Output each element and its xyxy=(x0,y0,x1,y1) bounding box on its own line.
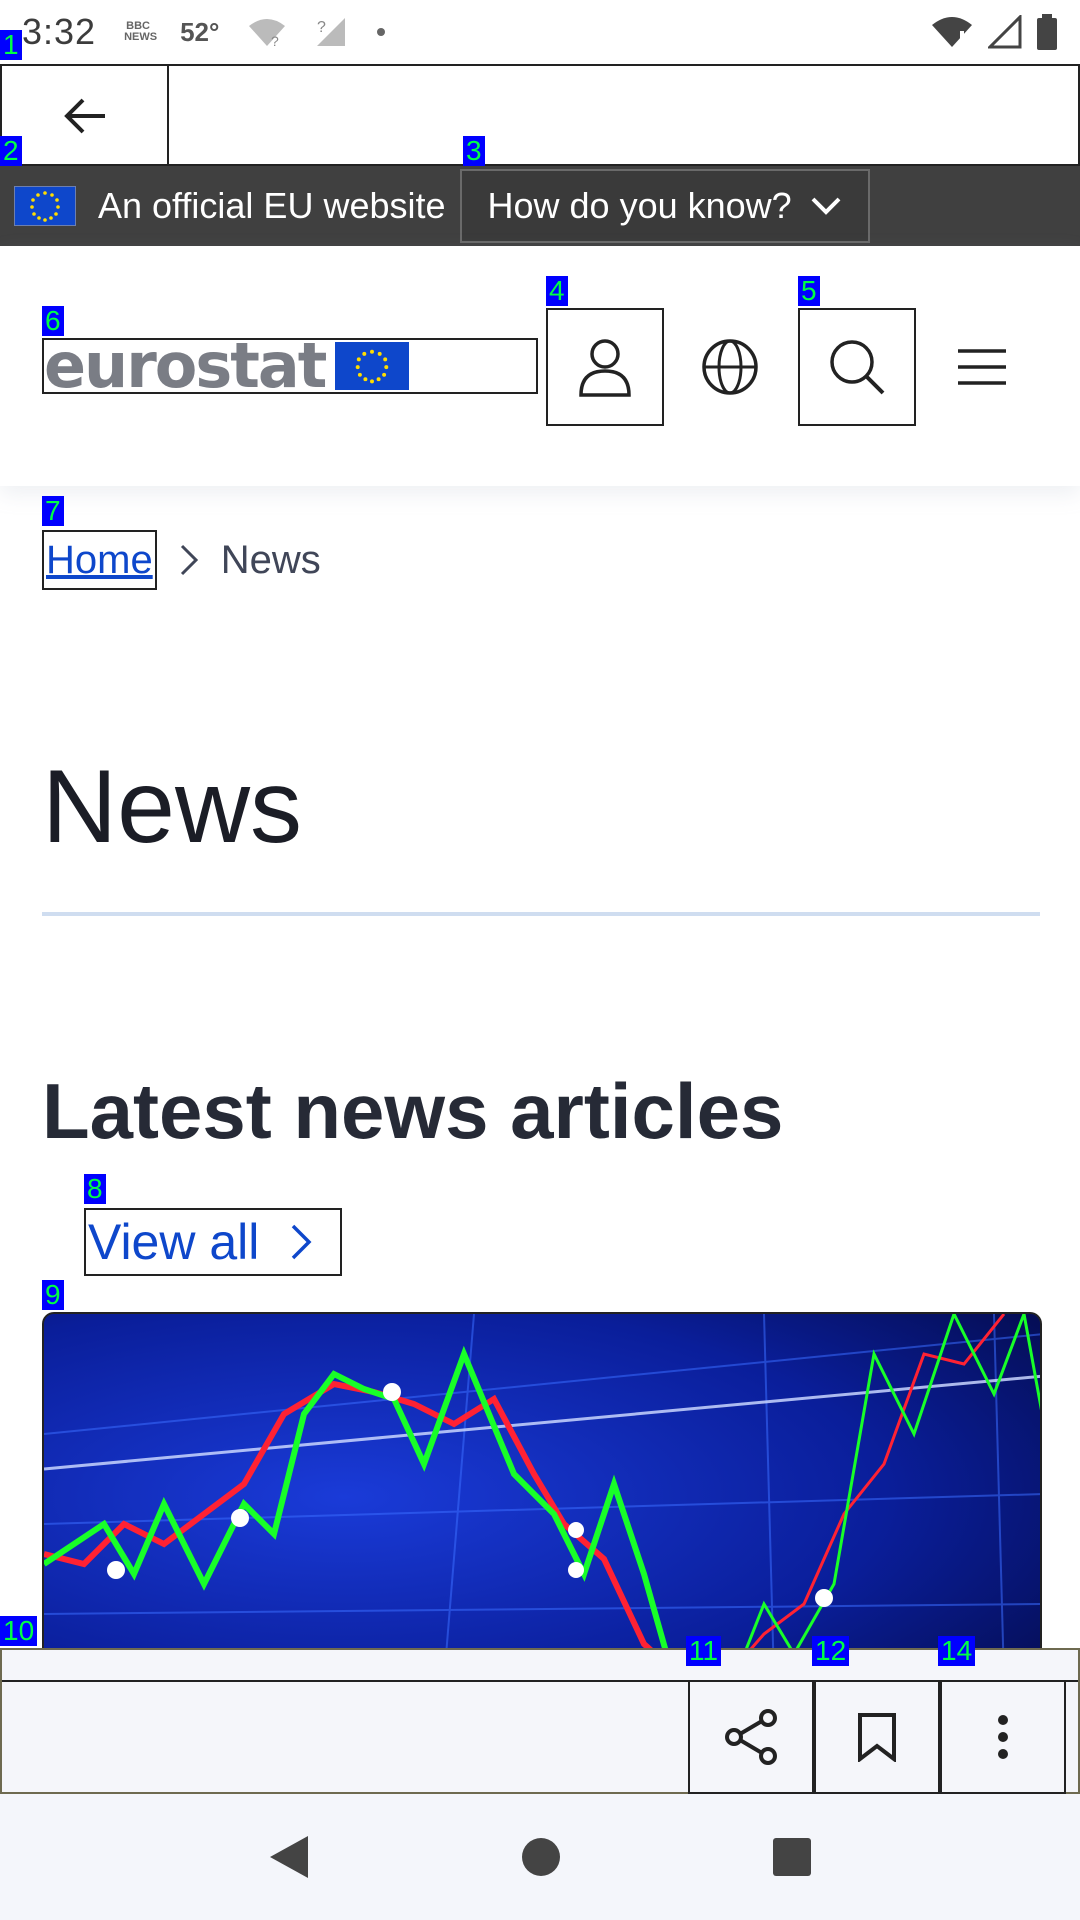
news-article-image[interactable] xyxy=(42,1312,1042,1678)
language-button[interactable] xyxy=(671,308,789,426)
chevron-right-icon xyxy=(180,544,198,576)
signal-question-icon: ? xyxy=(317,18,346,46)
eu-banner-text: An official EU website xyxy=(98,185,446,226)
svg-text:?: ? xyxy=(317,19,326,36)
marker-label: 4 xyxy=(546,276,568,306)
nav-home-icon[interactable] xyxy=(520,1836,562,1878)
section-title: Latest news articles xyxy=(42,1067,784,1155)
back-button[interactable] xyxy=(2,66,169,166)
battery-icon xyxy=(1037,14,1057,50)
view-all-link[interactable]: View all xyxy=(84,1208,342,1276)
logo-eu-flag-icon xyxy=(335,342,410,390)
marker-label: 8 xyxy=(84,1174,106,1204)
logo-wordmark: eurostat xyxy=(44,329,327,402)
arrow-left-icon xyxy=(63,98,105,134)
bookmark-icon xyxy=(858,1713,896,1762)
breadcrumb-home-link[interactable]: Home xyxy=(42,530,157,590)
bottom-toolbar xyxy=(0,1648,1080,1794)
status-time: 3:32 xyxy=(22,11,97,52)
share-icon xyxy=(725,1709,777,1765)
title-divider xyxy=(42,912,1040,916)
cell-signal-icon xyxy=(988,15,1022,49)
browser-toolbar xyxy=(0,64,1080,166)
search-icon xyxy=(830,340,885,395)
svg-text:?: ? xyxy=(271,33,279,48)
marker-label: 14 xyxy=(938,1636,976,1666)
share-button[interactable] xyxy=(688,1680,814,1794)
marker-label: 1 xyxy=(0,30,22,60)
eu-official-banner: An official EU website How do you know? xyxy=(0,166,1080,246)
nav-recents-icon[interactable] xyxy=(772,1837,812,1877)
breadcrumb: Home News xyxy=(42,530,321,590)
system-navigation-bar xyxy=(0,1794,1080,1920)
chevron-down-icon xyxy=(811,197,841,215)
eurostat-logo[interactable]: eurostat xyxy=(42,329,538,402)
status-bar: 3:32 BBC NEWS 52° ? ? xyxy=(0,0,1080,64)
bookmark-button[interactable] xyxy=(814,1680,940,1794)
hamburger-menu-icon xyxy=(958,349,1006,385)
marker-label: 11 xyxy=(686,1636,722,1666)
menu-button[interactable] xyxy=(923,308,1041,426)
how-do-you-know-button[interactable]: How do you know? xyxy=(459,169,870,243)
eu-flag-icon xyxy=(14,186,76,226)
breadcrumb-current: News xyxy=(220,537,321,582)
stock-chart-illustration xyxy=(44,1314,1040,1676)
more-vertical-icon xyxy=(998,1715,1008,1759)
view-all-label: View all xyxy=(88,1214,260,1270)
search-button[interactable] xyxy=(798,308,916,426)
notification-dot-icon xyxy=(377,28,386,36)
globe-icon xyxy=(702,339,758,395)
login-button[interactable] xyxy=(546,308,664,426)
marker-label: 6 xyxy=(42,306,64,336)
marker-label: 5 xyxy=(798,276,820,306)
marker-label: 10 xyxy=(0,1616,38,1646)
page-title: News xyxy=(42,749,303,865)
more-options-button[interactable] xyxy=(940,1680,1066,1794)
marker-label: 9 xyxy=(42,1280,64,1310)
user-icon xyxy=(579,339,631,397)
wifi-question-icon: ? xyxy=(249,19,286,48)
marker-label: 2 xyxy=(0,136,22,166)
weather-temperature: 52° xyxy=(180,16,220,47)
how-do-you-know-label: How do you know? xyxy=(487,185,792,226)
marker-label: 7 xyxy=(42,496,64,526)
site-header: eurostat xyxy=(0,246,1080,486)
chevron-right-icon xyxy=(292,1224,312,1260)
marker-label: 12 xyxy=(812,1636,850,1666)
bbc-news-icon: BBC NEWS xyxy=(124,20,158,43)
marker-label: 3 xyxy=(463,136,485,166)
nav-back-icon[interactable] xyxy=(268,1834,310,1880)
wifi-icon xyxy=(932,17,972,47)
